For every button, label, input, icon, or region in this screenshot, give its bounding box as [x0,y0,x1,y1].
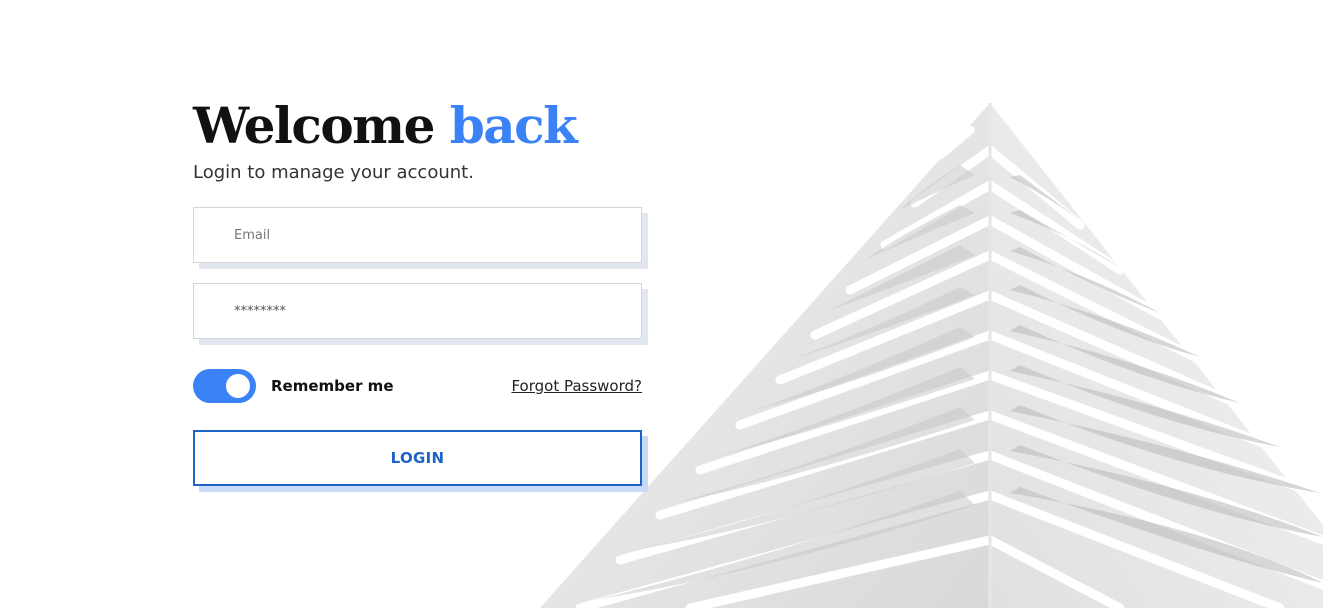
options-row: Remember me Forgot Password? [193,369,642,403]
login-page: Welcome back Login to manage your accoun… [0,0,1323,608]
login-button-wrapper: LOGIN [193,430,648,492]
title-main: Welcome [193,96,435,155]
remember-me-toggle[interactable] [193,369,256,403]
email-field-wrapper [193,207,648,269]
page-title: Welcome back [193,100,653,152]
password-field[interactable] [193,283,642,339]
password-field-wrapper [193,283,648,345]
email-field[interactable] [193,207,642,263]
remember-me: Remember me [193,369,394,403]
title-accent: back [449,96,578,155]
login-form: Welcome back Login to manage your accoun… [193,100,653,492]
toggle-knob [226,374,250,398]
forgot-password-link[interactable]: Forgot Password? [511,377,642,395]
remember-me-label: Remember me [271,377,394,395]
page-subtitle: Login to manage your account. [193,162,474,183]
login-button[interactable]: LOGIN [193,430,642,486]
